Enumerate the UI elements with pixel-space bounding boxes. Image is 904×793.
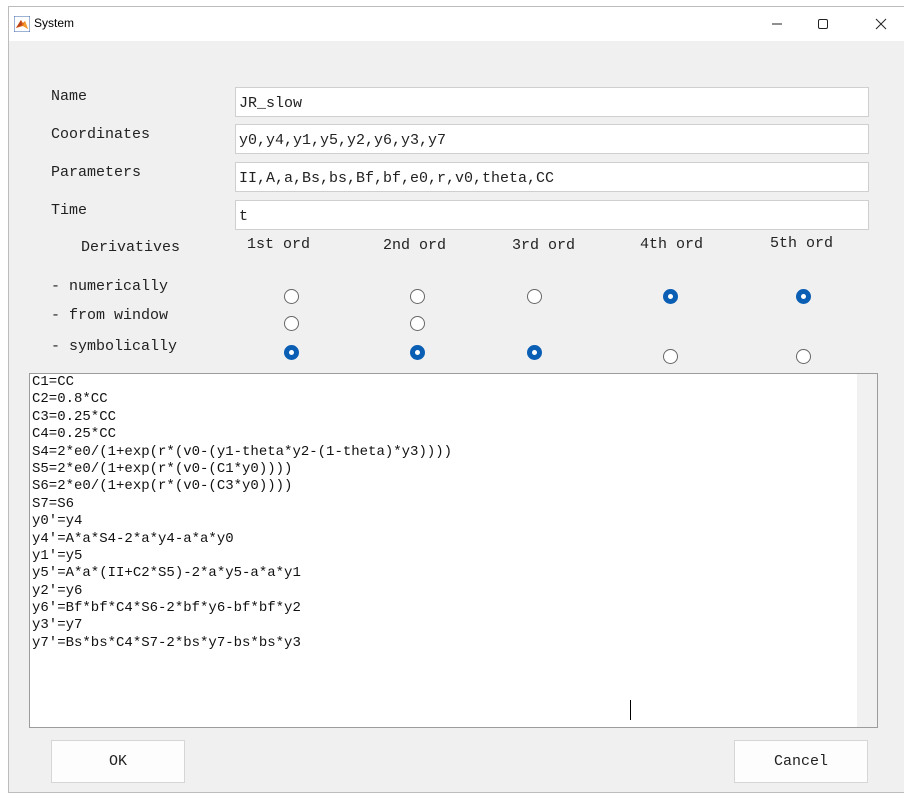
radio-symbolically-order-3[interactable]: [527, 345, 542, 360]
text-caret: [630, 700, 631, 720]
minimize-icon: [772, 23, 782, 25]
order-label-5: 5th ord: [770, 235, 834, 252]
equation-line: y0'=y4: [32, 513, 83, 530]
minimize-button[interactable]: [754, 7, 800, 41]
equation-line: S6=2*e0/(1+exp(r*(v0-(C3*y0)))): [32, 478, 293, 495]
order-label-3: 3rd ord: [512, 237, 576, 254]
method-label-symbolically: - symbolically: [51, 338, 178, 355]
name-field[interactable]: JR_slow: [235, 87, 869, 117]
equation-line: y1'=y5: [32, 547, 83, 564]
equation-line: S5=2*e0/(1+exp(r*(v0-(C1*y0)))): [32, 460, 293, 477]
equation-line: y6'=Bf*bf*C4*S6-2*bf*y6-bf*bf*y2: [32, 600, 301, 617]
radio-symbolically-order-4[interactable]: [663, 349, 678, 364]
equation-line: y3'=y7: [32, 617, 83, 634]
ok-button[interactable]: OK: [51, 740, 185, 783]
coordinates-label: Coordinates: [51, 126, 151, 143]
equation-lines: C1=CC C2=0.8*CC C3=0.25*CC C4=0.25*CC S4=2*e…: [30, 374, 877, 652]
equation-line: y7'=Bs*bs*C4*S7-2*bs*y7-bs*bs*y3: [32, 634, 301, 651]
order-label-4: 4th ord: [640, 236, 704, 253]
time-field[interactable]: t: [235, 200, 869, 230]
equations-editor[interactable]: C1=CC C2=0.8*CC C3=0.25*CC C4=0.25*CC S4=2*e…: [29, 373, 878, 728]
derivatives-heading: Derivatives: [81, 239, 181, 256]
equation-line: C2=0.8*CC: [32, 391, 108, 408]
title-bar[interactable]: System: [9, 7, 904, 41]
coordinates-field[interactable]: y0,y4,y1,y5,y2,y6,y3,y7: [235, 124, 869, 154]
close-icon: [875, 18, 887, 30]
equation-line: C4=0.25*CC: [32, 426, 117, 443]
system-dialog: System Name JR_slow Coordinates y0,y4,y1…: [8, 6, 904, 793]
parameters-label: Parameters: [51, 164, 142, 181]
editor-scrollbar[interactable]: [857, 374, 877, 727]
method-label-from-window: - from window: [51, 307, 169, 324]
radio-numerically-order-1[interactable]: [284, 289, 299, 304]
equation-line: y2'=y6: [32, 582, 83, 599]
radio-symbolically-order-5[interactable]: [796, 349, 811, 364]
equation-line: y5'=A*a*(II+C2*S5)-2*a*y5-a*a*y1: [32, 565, 301, 582]
window-title: System: [34, 16, 75, 30]
radio-symbolically-order-2[interactable]: [410, 345, 425, 360]
radio-from-window-order-2[interactable]: [410, 316, 425, 331]
order-label-1: 1st ord: [247, 236, 311, 253]
maximize-button[interactable]: [800, 7, 846, 41]
time-label: Time: [51, 202, 88, 219]
order-label-2: 2nd ord: [383, 237, 447, 254]
equation-line: S4=2*e0/(1+exp(r*(v0-(y1-theta*y2-(1-the…: [32, 443, 453, 460]
equation-line: C1=CC: [32, 374, 75, 390]
radio-numerically-order-4[interactable]: [663, 289, 678, 304]
radio-numerically-order-3[interactable]: [527, 289, 542, 304]
equation-line: C3=0.25*CC: [32, 408, 117, 425]
equation-line: y4'=A*a*S4-2*a*y4-a*a*y0: [32, 530, 234, 547]
name-label: Name: [51, 88, 88, 105]
parameters-field[interactable]: II,A,a,Bs,bs,Bf,bf,e0,r,v0,theta,CC: [235, 162, 869, 192]
equation-line: S7=S6: [32, 495, 75, 512]
radio-symbolically-order-1[interactable]: [284, 345, 299, 360]
radio-numerically-order-5[interactable]: [796, 289, 811, 304]
radio-from-window-order-1[interactable]: [284, 316, 299, 331]
matlab-logo-icon: [13, 15, 31, 33]
radio-numerically-order-2[interactable]: [410, 289, 425, 304]
cancel-button[interactable]: Cancel: [734, 740, 868, 783]
method-label-numerically: - numerically: [51, 278, 169, 295]
maximize-icon: [818, 19, 828, 29]
close-button[interactable]: [858, 7, 904, 41]
